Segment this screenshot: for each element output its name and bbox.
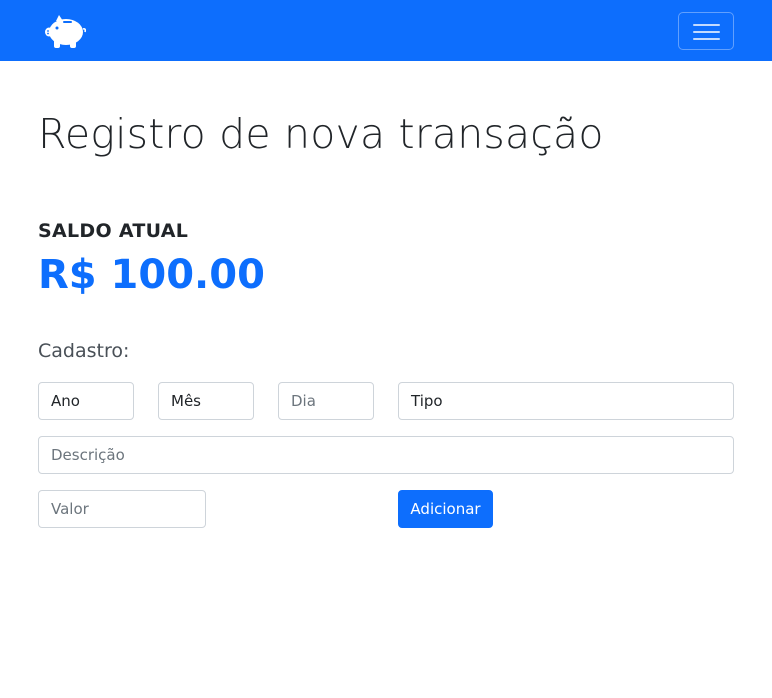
- ano-select[interactable]: Ano: [38, 382, 134, 420]
- ano-select-value: Ano: [51, 392, 80, 410]
- mes-select[interactable]: Mês: [158, 382, 254, 420]
- dia-input[interactable]: [278, 382, 374, 420]
- hamburger-menu-icon[interactable]: [678, 12, 734, 50]
- tipo-select[interactable]: Tipo: [398, 382, 734, 420]
- tipo-select-value: Tipo: [411, 392, 443, 410]
- add-button[interactable]: Adicionar: [398, 490, 493, 528]
- form-label: Cadastro:: [38, 340, 130, 362]
- descricao-input[interactable]: [38, 436, 734, 474]
- page-title: Registro de nova transação: [38, 110, 604, 158]
- navbar: [0, 0, 772, 61]
- valor-input[interactable]: [38, 490, 206, 528]
- piggy-bank-icon[interactable]: [44, 13, 87, 49]
- balance-label: SALDO ATUAL: [38, 220, 189, 242]
- mes-select-value: Mês: [171, 392, 201, 410]
- balance-value: R$ 100.00: [38, 252, 265, 298]
